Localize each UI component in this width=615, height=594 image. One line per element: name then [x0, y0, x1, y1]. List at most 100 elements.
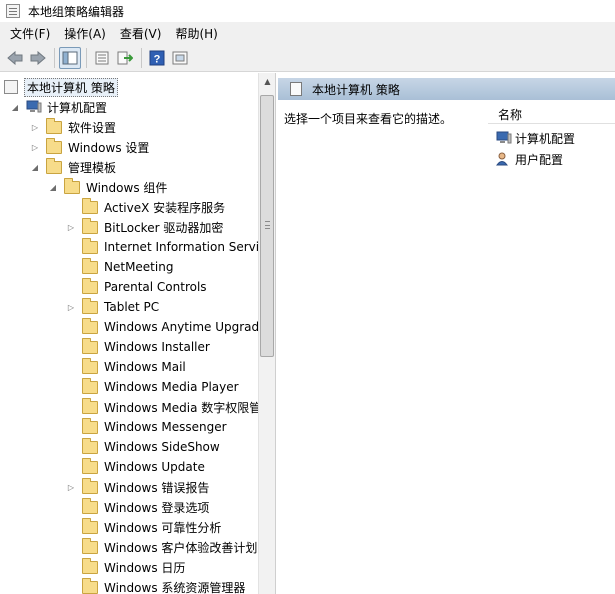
tree-label: 计算机配置 [47, 100, 108, 115]
tree-item-component[interactable]: Windows 系统资源管理器 [66, 577, 245, 594]
folder-icon [82, 237, 98, 254]
list-item-label: 计算机配置 [515, 131, 576, 146]
folder-icon [82, 297, 98, 314]
help-button[interactable]: ? [146, 47, 168, 69]
tree-root-label: 本地计算机 策略 [24, 77, 118, 97]
folder-icon [82, 377, 98, 394]
details-header-title: 本地计算机 策略 [312, 82, 400, 97]
tree-root[interactable]: 本地计算机 策略 [4, 77, 118, 97]
tree-label: Windows 系统资源管理器 [104, 580, 246, 594]
tree-item-windows-settings[interactable]: ▷ Windows 设置 [30, 137, 149, 157]
folder-icon [46, 137, 62, 154]
tree-label: ActiveX 安装程序服务 [104, 200, 226, 215]
tree-label: Windows Mail [104, 360, 186, 374]
tree-item-software-settings[interactable]: ▷ 软件设置 [30, 117, 116, 137]
show-tree-button[interactable] [59, 46, 81, 69]
details-description: 选择一个项目来查看它的描述。 [284, 112, 453, 126]
export-icon [117, 51, 133, 64]
tree-item-component[interactable]: ▷ Tablet PC [66, 297, 159, 317]
tree-item-component[interactable]: Windows 登录选项 [66, 497, 209, 517]
column-header-name[interactable]: 名称 [488, 106, 615, 124]
tree-item-computer-config[interactable]: ◢ 计算机配置 [10, 97, 107, 117]
tree-item-windows-components[interactable]: ◢ Windows 组件 [48, 177, 167, 197]
tree-pane: 本地计算机 策略 ◢ 计算机配置 ▷ 软件设置 ▷ Windows 设置 ◢ 管… [0, 73, 276, 594]
tree-item-component[interactable]: ▷ BitLocker 驱动器加密 [66, 217, 223, 237]
toolbar-separator [86, 47, 87, 68]
export-button[interactable] [114, 47, 136, 69]
scroll-up-arrow-icon[interactable]: ▲ [259, 73, 275, 90]
toolbar-separator [54, 47, 55, 68]
list-item-computer-config[interactable]: 计算机配置 [496, 128, 575, 148]
properties-button[interactable] [91, 47, 113, 69]
tree-label: Windows 设置 [68, 140, 150, 155]
policy-document-icon [4, 80, 18, 94]
tree-label: 管理模板 [68, 160, 117, 175]
folder-icon [82, 457, 98, 474]
expand-icon[interactable]: ▷ [66, 302, 76, 312]
tree-item-component[interactable]: Windows Update [66, 457, 205, 477]
tree-item-component[interactable]: Windows 客户体验改善计划 [66, 537, 257, 557]
tree-item-component[interactable]: Windows Anytime Upgrade [66, 317, 267, 337]
tree-item-component[interactable]: NetMeeting [66, 257, 173, 277]
menu-file[interactable]: 文件(F) [4, 23, 56, 44]
tree-item-component[interactable]: Internet Information Services [66, 237, 275, 257]
collapse-icon[interactable]: ◢ [10, 102, 20, 112]
tree-item-component[interactable]: Windows Installer [66, 337, 210, 357]
tree-item-component[interactable]: Windows Media Player [66, 377, 239, 397]
details-header: 本地计算机 策略 [278, 78, 615, 100]
tree-item-component[interactable]: Windows 日历 [66, 557, 185, 577]
back-button[interactable] [4, 47, 26, 69]
expand-icon[interactable]: ▷ [66, 482, 76, 492]
title-bar: 本地组策略编辑器 [0, 0, 615, 22]
help-icon: ? [149, 50, 165, 65]
properties-icon [95, 51, 109, 64]
tree-label: Windows SideShow [104, 440, 220, 454]
folder-icon [82, 317, 98, 334]
filter-button[interactable] [169, 47, 191, 69]
back-icon [7, 50, 23, 65]
folder-icon [64, 177, 80, 194]
menu-bar: 文件(F) 操作(A) 查看(V) 帮助(H) [0, 22, 615, 44]
tree-label: Windows 错误报告 [104, 480, 210, 495]
collapse-icon[interactable]: ◢ [30, 162, 40, 172]
menu-help[interactable]: 帮助(H) [169, 23, 223, 44]
tree-item-component[interactable]: Windows Mail [66, 357, 186, 377]
computer-icon [496, 131, 512, 144]
window-title: 本地组策略编辑器 [28, 4, 125, 19]
toolbar-separator [141, 47, 142, 68]
tree-scrollbar[interactable]: ▲ [258, 73, 275, 594]
tree-item-component[interactable]: Windows Messenger [66, 417, 227, 437]
tree-label: Windows 组件 [86, 180, 168, 195]
tree-label: Windows 登录选项 [104, 500, 210, 515]
tree-item-component[interactable]: Parental Controls [66, 277, 207, 297]
tree-label: 软件设置 [68, 120, 117, 135]
folder-icon [82, 277, 98, 294]
menu-view[interactable]: 查看(V) [114, 23, 168, 44]
tree-item-admin-templates[interactable]: ◢ 管理模板 [30, 157, 116, 177]
tree-item-component[interactable]: Windows Media 数字权限管理 [66, 397, 273, 417]
show-tree-icon [62, 51, 78, 64]
expand-icon[interactable]: ▷ [30, 142, 40, 152]
forward-button[interactable] [27, 47, 49, 69]
list-item-label: 用户配置 [515, 152, 564, 167]
tree-label: Windows 客户体验改善计划 [104, 540, 258, 555]
folder-icon [82, 357, 98, 374]
policy-document-icon [290, 82, 302, 96]
folder-icon [82, 577, 98, 594]
list-item-user-config[interactable]: 用户配置 [496, 149, 563, 169]
tree-item-component[interactable]: Windows 可靠性分析 [66, 517, 221, 537]
folder-icon [82, 537, 98, 554]
folder-icon [82, 557, 98, 574]
policy-editor-icon [6, 4, 20, 18]
grip-icon [265, 221, 270, 229]
menu-action[interactable]: 操作(A) [58, 23, 112, 44]
tree-item-component[interactable]: ActiveX 安装程序服务 [66, 197, 225, 217]
expand-icon[interactable]: ▷ [66, 222, 76, 232]
tree-item-component[interactable]: ▷ Windows 错误报告 [66, 477, 209, 497]
folder-icon [82, 397, 98, 414]
collapse-icon[interactable]: ◢ [48, 182, 58, 192]
expand-icon[interactable]: ▷ [30, 122, 40, 132]
tree-label: Windows Media Player [104, 380, 239, 394]
tree-item-component[interactable]: Windows SideShow [66, 437, 220, 457]
scroll-thumb[interactable] [260, 95, 274, 357]
